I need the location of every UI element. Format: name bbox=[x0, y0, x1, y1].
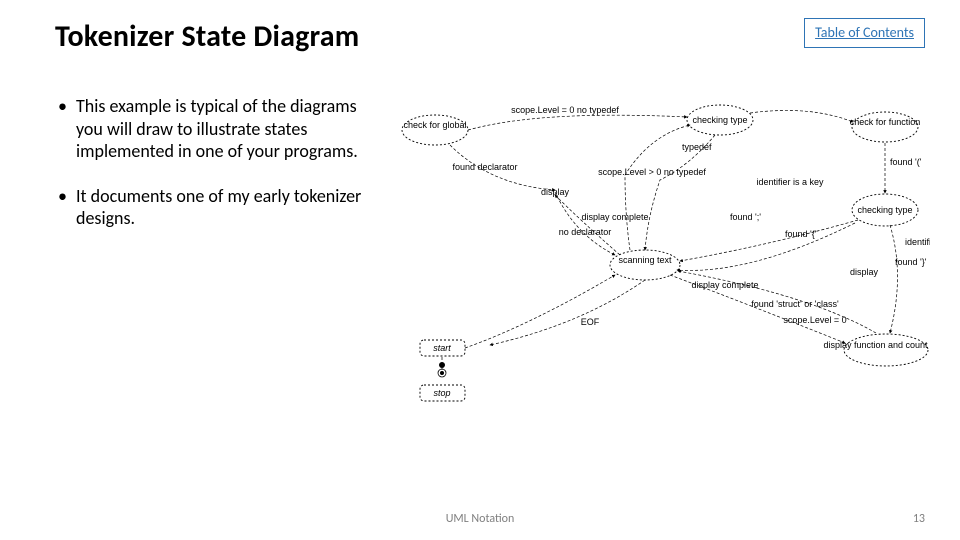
svg-text:scope.Level > 0 no typedef: scope.Level > 0 no typedef bbox=[598, 167, 706, 177]
svg-text:scope.Level = 0: scope.Level = 0 bbox=[783, 315, 846, 325]
footer-title: UML Notation bbox=[0, 512, 960, 526]
svg-text:display complete: display complete bbox=[581, 212, 648, 222]
svg-text:found 'struct' or 'class': found 'struct' or 'class' bbox=[751, 299, 839, 309]
table-of-contents-button[interactable]: Table of Contents bbox=[804, 18, 925, 48]
svg-text:typedef: typedef bbox=[682, 142, 712, 152]
svg-text:found ';': found ';' bbox=[730, 212, 761, 222]
page-number: 13 bbox=[913, 512, 925, 526]
svg-text:identifier is not a key: identifier is not a key bbox=[905, 237, 930, 247]
svg-text:found declarator: found declarator bbox=[452, 162, 517, 172]
svg-text:checking type: checking type bbox=[692, 115, 747, 125]
svg-text:no declarator: no declarator bbox=[559, 227, 612, 237]
bullet-item: This example is typical of the diagrams … bbox=[58, 95, 378, 163]
svg-text:found '}': found '}' bbox=[895, 257, 927, 267]
state-diagram: check for global checking type check for… bbox=[390, 95, 930, 415]
svg-text:display function and count lin: display function and count lines bbox=[823, 340, 930, 350]
bullet-item: It documents one of my early tokenizer d… bbox=[58, 185, 378, 230]
svg-text:checking type: checking type bbox=[857, 205, 912, 215]
svg-text:display complete: display complete bbox=[691, 280, 758, 290]
svg-text:display: display bbox=[541, 187, 570, 197]
svg-text:EOF: EOF bbox=[581, 317, 600, 327]
svg-text:scope.Level = 0 no typedef: scope.Level = 0 no typedef bbox=[511, 105, 619, 115]
svg-text:scanning text: scanning text bbox=[618, 255, 672, 265]
bullet-list: This example is typical of the diagrams … bbox=[58, 95, 378, 252]
table-of-contents-link[interactable]: Table of Contents bbox=[815, 24, 914, 41]
svg-text:found '(': found '(' bbox=[890, 157, 922, 167]
svg-text:check for function: check for function bbox=[850, 117, 921, 127]
svg-text:identifier is a key: identifier is a key bbox=[756, 177, 824, 187]
svg-text:display: display bbox=[850, 267, 879, 277]
slide-title: Tokenizer State Diagram bbox=[55, 18, 359, 55]
svg-text:stop: stop bbox=[433, 388, 450, 398]
svg-text:found '{': found '{' bbox=[785, 229, 817, 239]
svg-text:check for global: check for global bbox=[403, 120, 466, 130]
svg-text:start: start bbox=[433, 343, 451, 353]
